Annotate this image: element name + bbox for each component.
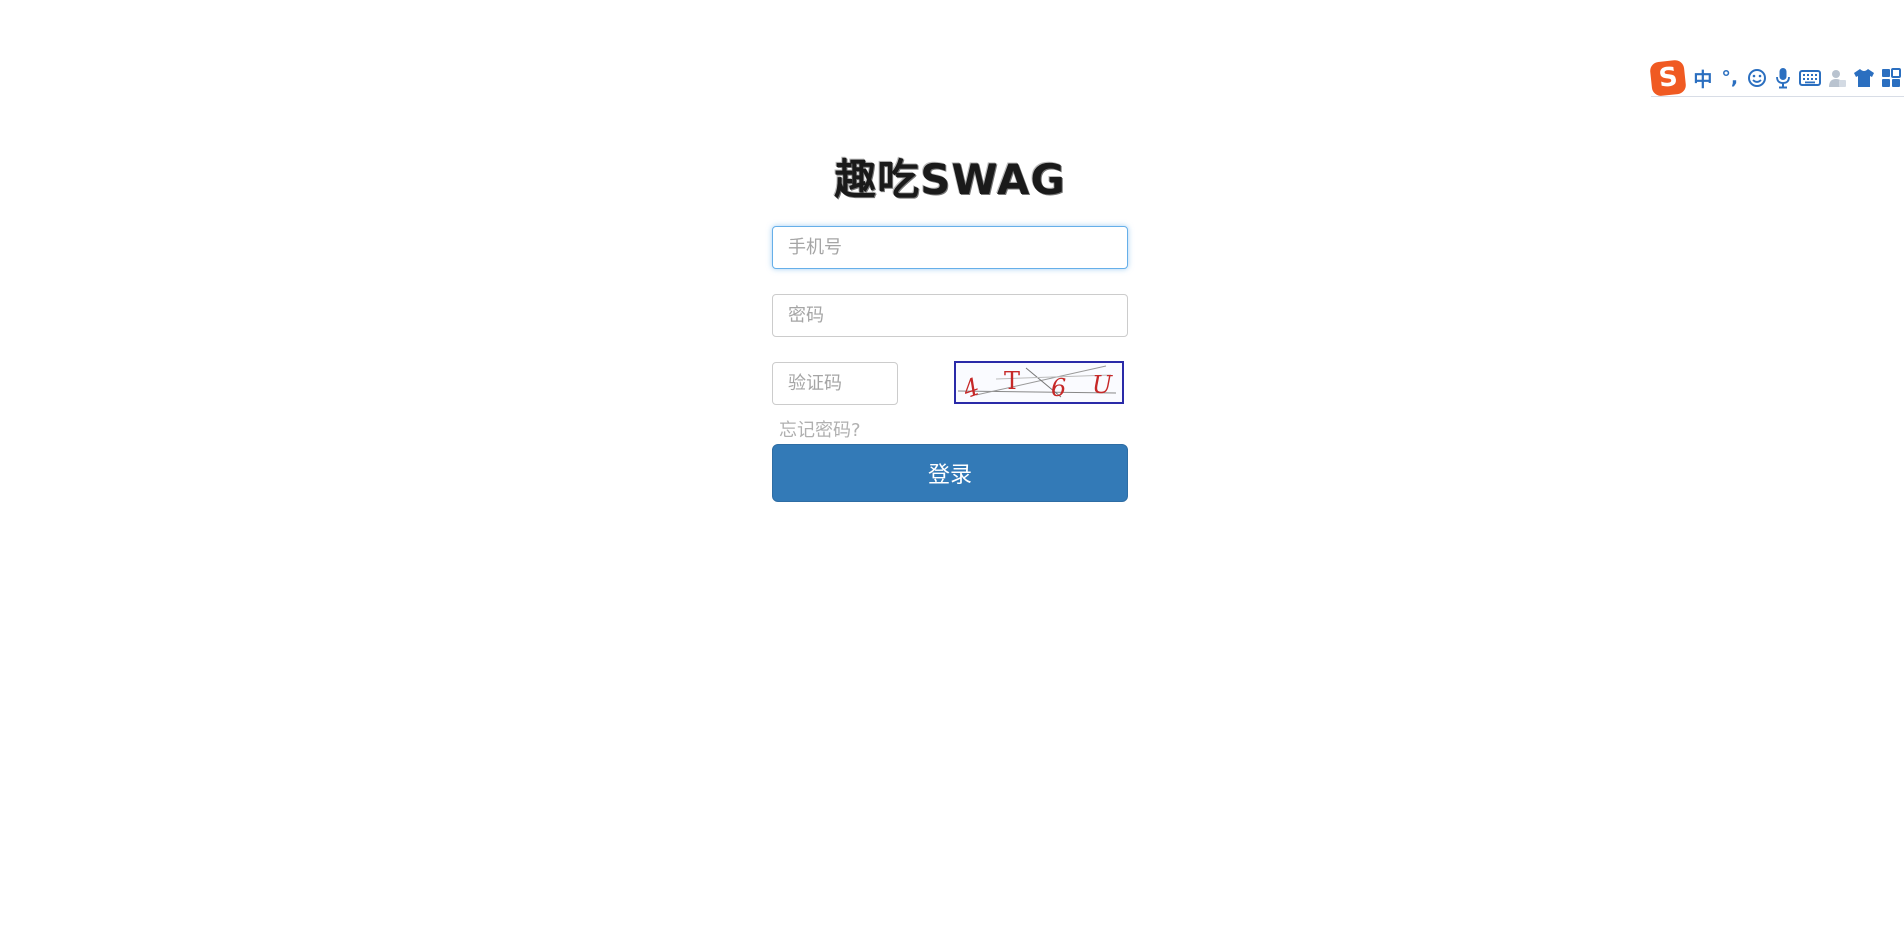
password-input[interactable] [772, 294, 1128, 337]
punctuation-label: °, [1721, 67, 1739, 89]
punctuation-toggle[interactable]: °, [1716, 64, 1743, 92]
microphone-icon[interactable] [1770, 64, 1797, 92]
captcha-char: 4 [958, 372, 983, 402]
phone-input[interactable] [772, 226, 1128, 269]
site-logo: 趣吃SWAG [832, 150, 1068, 210]
chinese-mode-toggle[interactable]: 中 [1689, 64, 1716, 92]
forgot-password-link[interactable]: 忘记密码? [779, 420, 1128, 442]
keyboard-icon[interactable] [1797, 64, 1824, 92]
ime-toolbar: S 中 °, [1649, 59, 1904, 97]
emoji-icon[interactable] [1743, 64, 1770, 92]
captcha-char: 6 [1051, 374, 1066, 402]
captcha-char: T [1004, 367, 1020, 395]
login-button[interactable]: 登录 [772, 444, 1128, 502]
user-icon[interactable] [1824, 64, 1851, 92]
site-logo-text: 趣吃SWAG [834, 155, 1066, 204]
captcha-char: U [1092, 371, 1113, 399]
captcha-input[interactable] [772, 362, 898, 405]
chinese-mode-label: 中 [1693, 68, 1713, 91]
captcha-image[interactable]: 4 T 6 U [954, 361, 1124, 404]
toolbox-icon[interactable] [1877, 64, 1904, 92]
skin-icon[interactable] [1850, 64, 1877, 92]
login-page: S 中 °, 趣吃SWAG 手机号 验证码 4 T 6 U 忘记密码? 登录 [0, 0, 1904, 929]
captcha-row: 4 T 6 U [772, 361, 1128, 407]
login-form: 趣吃SWAG 4 T 6 U 忘记密码? 登录 [772, 150, 1128, 502]
sogou-logo-icon[interactable]: S [1649, 59, 1688, 97]
